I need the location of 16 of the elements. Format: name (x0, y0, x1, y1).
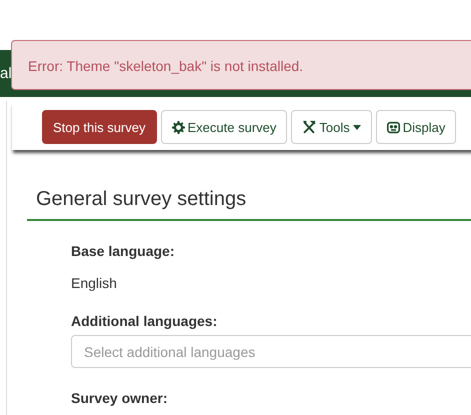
error-alert: Error: Theme "skeleton_bak" is not installed. (11, 40, 471, 90)
toolbar-button[interactable]: Display (376, 110, 456, 144)
tools-icon (302, 120, 316, 134)
field-label: Additional languages: (71, 313, 218, 329)
section-title: General survey settings (27, 188, 471, 221)
dropdown-button[interactable]: Tools (291, 110, 372, 144)
page-title: al (0, 65, 12, 82)
display-icon (386, 120, 400, 134)
field-label: Survey owner: (71, 390, 168, 406)
field-label: Base language: (71, 243, 176, 259)
toolbar-button[interactable]: Execute survey (160, 110, 288, 144)
caret-icon (352, 124, 361, 130)
toolbar-button[interactable]: Stop this survey (42, 110, 156, 144)
field-value: English (71, 275, 118, 291)
gear-icon (172, 120, 184, 134)
select-field[interactable]: Select additional languages (71, 335, 471, 368)
